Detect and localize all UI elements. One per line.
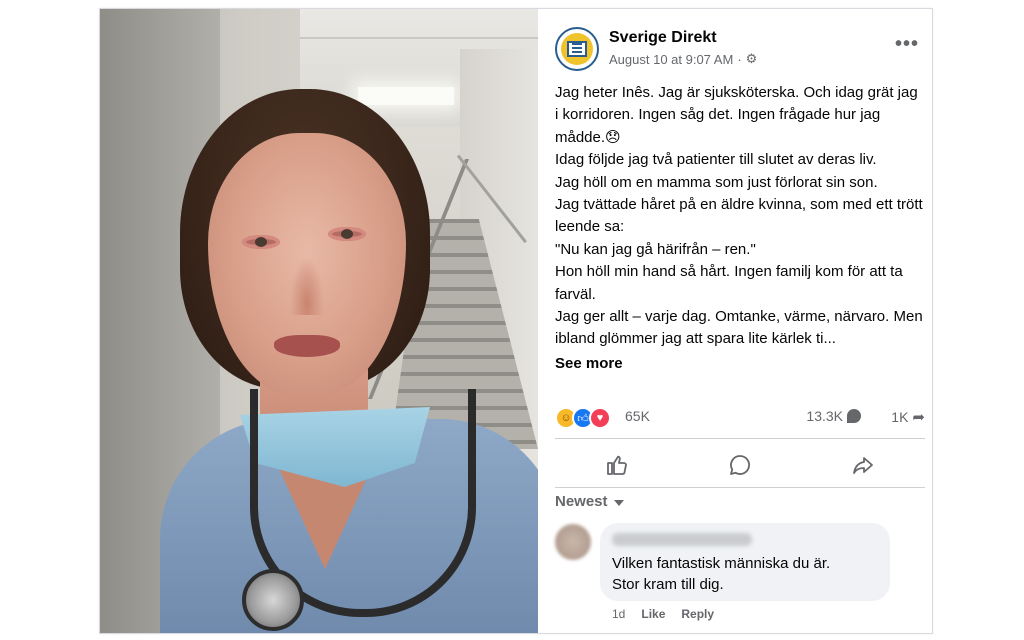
photo-eye-left	[242, 235, 280, 249]
share-count[interactable]: 1K ➦	[891, 408, 925, 426]
post-panel: Sverige Direkt August 10 at 9:07 AM · ⚙ …	[538, 9, 932, 633]
post-line: Jag höll om en mamma som just förlorat s…	[555, 173, 878, 191]
post-header: Sverige Direkt August 10 at 9:07 AM · ⚙ …	[555, 27, 925, 75]
comment-reply-button[interactable]: Reply	[681, 607, 714, 621]
post-line: "Nu kan jag gå härifrån – ren."	[555, 240, 756, 258]
page-name-link[interactable]: Sverige Direkt	[609, 29, 717, 47]
post-photo[interactable]	[100, 9, 538, 633]
comment-count-icon	[847, 409, 861, 423]
love-reaction-icon: ♥	[589, 407, 611, 429]
thumbs-up-icon	[606, 455, 627, 475]
post-meta: August 10 at 9:07 AM · ⚙	[609, 51, 757, 67]
share-count-icon: ➦	[912, 409, 925, 426]
post-actions	[555, 445, 925, 485]
share-arrow-icon	[853, 457, 874, 474]
caret-down-icon	[613, 499, 624, 506]
post-stats: ☺ 👍︎ ♥ 65K 13.3K 1K ➦	[555, 407, 925, 429]
commenter-avatar[interactable]	[555, 524, 591, 560]
photo-stethoscope-head	[242, 569, 304, 631]
comment-button[interactable]	[678, 445, 801, 485]
divider	[555, 487, 925, 488]
post-line: Jag heter Inês. Jag är sjuksköterska. Oc…	[555, 84, 918, 146]
reaction-icons[interactable]: ☺ 👍︎ ♥	[555, 407, 611, 429]
post-line: Jag tvättade håret på en äldre kvinna, s…	[555, 196, 923, 236]
gear-icon: ⚙	[745, 51, 758, 66]
comment-bubble: Vilken fantastisk människa du är. Stor k…	[600, 523, 890, 601]
share-button[interactable]	[802, 445, 925, 485]
post-card: Sverige Direkt August 10 at 9:07 AM · ⚙ …	[99, 8, 933, 634]
post-line: Idag följde jag två patienter till slute…	[555, 151, 877, 169]
more-options-button[interactable]: •••	[895, 33, 919, 56]
comment-count[interactable]: 13.3K	[806, 408, 861, 424]
photo-eye-right	[328, 227, 366, 241]
post-date-link[interactable]: August 10 at 9:07 AM	[609, 52, 733, 67]
comment-text: Vilken fantastisk människa du är. Stor k…	[612, 553, 882, 595]
see-more-link[interactable]: See more	[555, 353, 923, 375]
meta-separator: ·	[737, 51, 742, 67]
photo-mouth	[274, 335, 340, 357]
reaction-count[interactable]: 65K	[625, 408, 650, 424]
post-text: Jag heter Inês. Jag är sjuksköterska. Oc…	[555, 82, 923, 375]
comments-sort-label: Newest	[555, 493, 608, 510]
commenter-name-blurred[interactable]	[612, 533, 752, 546]
comment-bubble-icon	[730, 455, 750, 475]
comment-count-value: 13.3K	[806, 408, 843, 424]
comment-line: Stor kram till dig.	[612, 576, 724, 593]
photo-ceiling-tile	[300, 37, 538, 39]
post-line: Hon höll min hand så hårt. Ingen familj …	[555, 263, 903, 303]
comment-line: Vilken fantastisk människa du är.	[612, 555, 831, 572]
page-avatar[interactable]	[555, 27, 599, 71]
like-button[interactable]	[555, 445, 678, 485]
newspaper-icon	[561, 33, 593, 65]
comment-like-button[interactable]: Like	[641, 607, 665, 621]
share-count-value: 1K	[891, 409, 909, 425]
comment-age[interactable]: 1d	[612, 607, 625, 621]
photo-ceiling-light	[358, 87, 454, 105]
newspaper-icon-paper	[567, 41, 587, 57]
comment-actions: 1d Like Reply	[612, 607, 714, 621]
divider	[555, 438, 925, 439]
photo-nose	[290, 257, 324, 315]
comments-sort-dropdown[interactable]: Newest	[555, 493, 624, 510]
post-line: Jag ger allt – varje dag. Omtanke, värme…	[555, 308, 923, 348]
